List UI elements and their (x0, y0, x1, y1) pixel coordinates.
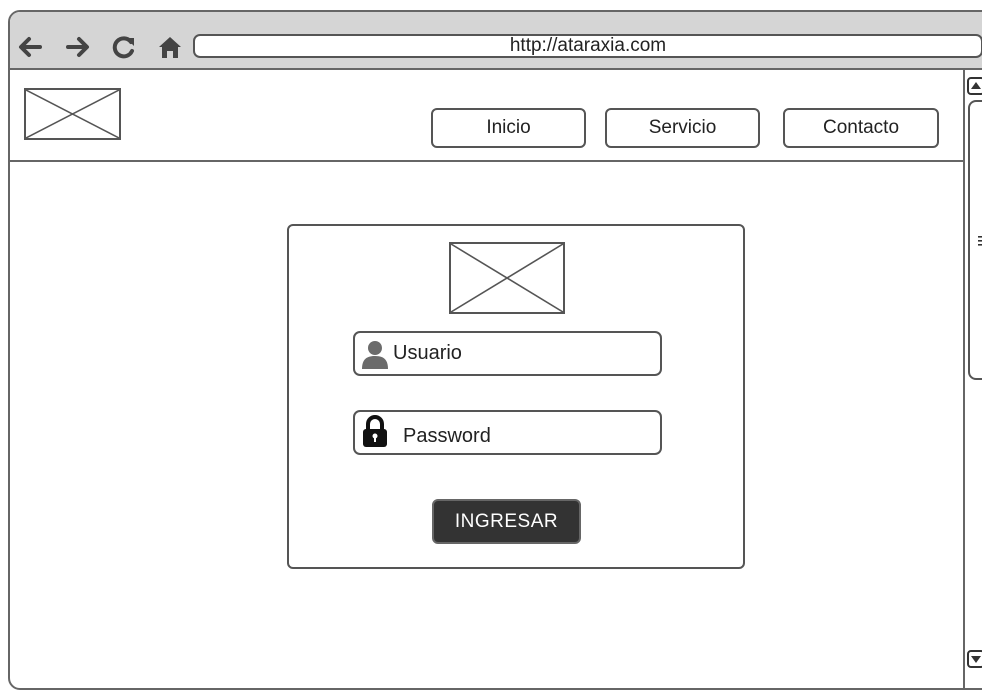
user-icon (361, 339, 389, 369)
password-field[interactable]: Password (353, 410, 662, 455)
browser-toolbar: http://ataraxia.com (10, 12, 982, 70)
scroll-grip-icon (978, 234, 982, 246)
browser-window: http://ataraxia.com Inicio Servicio Cont… (8, 10, 982, 690)
triangle-up-icon (971, 82, 981, 89)
username-placeholder: Usuario (393, 342, 462, 364)
reload-icon[interactable] (110, 34, 138, 60)
lock-icon (361, 415, 389, 448)
nav-contacto-button[interactable]: Contacto (783, 108, 939, 148)
username-field[interactable]: Usuario (353, 331, 662, 376)
login-card: Usuario Password INGRESAR (287, 224, 745, 569)
nav-inicio-button[interactable]: Inicio (431, 108, 586, 148)
home-icon[interactable] (156, 34, 184, 60)
url-text: http://ataraxia.com (509, 35, 667, 56)
password-placeholder: Password (403, 425, 491, 447)
address-bar[interactable]: http://ataraxia.com (193, 34, 982, 58)
logo-image-placeholder (24, 88, 121, 140)
triangle-down-icon (971, 656, 981, 663)
header-divider (10, 160, 970, 162)
scroll-up-button[interactable] (967, 77, 982, 95)
image-placeholder-icon (451, 244, 563, 312)
image-placeholder-icon (26, 90, 119, 138)
forward-arrow-icon[interactable] (64, 34, 92, 60)
login-image-placeholder (449, 242, 565, 314)
scrollbar-border (963, 70, 965, 688)
ingresar-button[interactable]: INGRESAR (432, 499, 581, 544)
scroll-down-button[interactable] (967, 650, 982, 668)
back-arrow-icon[interactable] (16, 34, 44, 60)
nav-servicio-button[interactable]: Servicio (605, 108, 760, 148)
